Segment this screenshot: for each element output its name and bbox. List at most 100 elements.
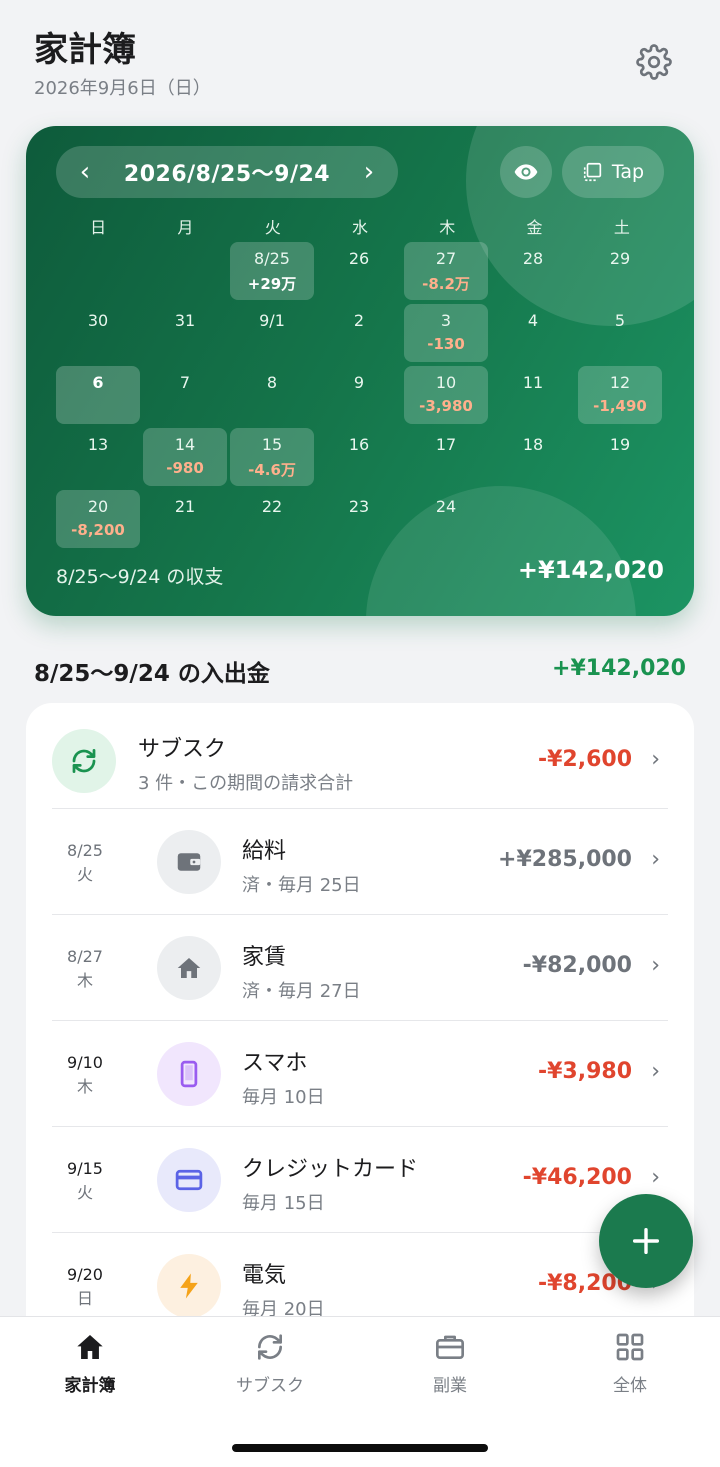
calendar-day[interactable]: 12 -1,490 bbox=[578, 366, 662, 424]
calendar-day[interactable]: 19 bbox=[578, 428, 662, 486]
weekday-label: 木 bbox=[76, 971, 93, 990]
day-number: 4 bbox=[527, 311, 539, 330]
day-amount: -130 bbox=[427, 335, 465, 353]
day-number: 11 bbox=[522, 373, 544, 392]
tab-subscriptions[interactable]: サブスク bbox=[210, 1331, 330, 1396]
period-selector: ‹ 2026/8/25〜9/24 › bbox=[56, 146, 398, 198]
day-amount: -4.6万 bbox=[248, 461, 296, 479]
transaction-amount: -¥46,200 bbox=[522, 1165, 632, 1190]
calendar-day[interactable]: 9 bbox=[317, 366, 401, 424]
calendar-day[interactable]: 2 bbox=[317, 304, 401, 362]
day-number: 9/1 bbox=[259, 311, 285, 330]
tap-label: Tap bbox=[611, 161, 645, 183]
tab-label: 全体 bbox=[613, 1376, 647, 1396]
weekday-label: 火 bbox=[76, 865, 93, 884]
day-number: 5 bbox=[614, 311, 626, 330]
calendar-day[interactable]: 17 bbox=[404, 428, 488, 486]
calendar-day[interactable]: 8 bbox=[230, 366, 314, 424]
calendar-day[interactable]: 21 bbox=[143, 490, 227, 548]
calendar-day[interactable]: 3 -130 bbox=[404, 304, 488, 362]
day-amount: -8,200 bbox=[71, 521, 125, 539]
calendar-day[interactable]: 14 -980 bbox=[143, 428, 227, 486]
calendar-day[interactable]: 29 bbox=[578, 242, 662, 300]
transaction-row[interactable]: 8/27 木 家賃 済・毎月 27日 -¥82,000 › bbox=[52, 915, 668, 1021]
transaction-list: サブスク 3 件・この期間の請求合計 -¥2,600 › 8/25 火 給料 済・毎月 25日… bbox=[26, 703, 694, 1343]
calendar-day[interactable]: 8/25 +29万 bbox=[230, 242, 314, 300]
chevron-right-icon: › bbox=[651, 847, 660, 872]
calendar-day[interactable]: 28 bbox=[491, 242, 575, 300]
calendar-day[interactable]: 10 -3,980 bbox=[404, 366, 488, 424]
calendar-day[interactable]: 30 bbox=[56, 304, 140, 362]
calendar-day-today[interactable]: 6 bbox=[56, 366, 140, 424]
date-label: 9/15 bbox=[67, 1159, 103, 1178]
period-summary-label: 8/25〜9/24 の収支 bbox=[56, 566, 224, 588]
transaction-detail: 3 件・この期間の請求合計 bbox=[138, 773, 354, 794]
transaction-row[interactable]: 9/15 火 クレジットカード 毎月 15日 -¥46,200 › bbox=[52, 1127, 668, 1233]
grid-icon bbox=[616, 1333, 644, 1361]
calendar-day[interactable]: 22 bbox=[230, 490, 314, 548]
day-number: 31 bbox=[174, 311, 196, 330]
transaction-date: 8/27 木 bbox=[52, 945, 118, 993]
visibility-toggle-button[interactable] bbox=[500, 146, 552, 198]
transaction-name: サブスク bbox=[138, 737, 227, 762]
tab-side-business[interactable]: 副業 bbox=[390, 1331, 510, 1396]
weekday-label: 火 bbox=[76, 1183, 93, 1202]
calendar-day[interactable]: 11 bbox=[491, 366, 575, 424]
calendar-day[interactable]: 20 -8,200 bbox=[56, 490, 140, 548]
transaction-name: クレジットカード bbox=[242, 1157, 419, 1182]
next-period-button[interactable]: › bbox=[358, 157, 380, 187]
calendar-day[interactable]: 31 bbox=[143, 304, 227, 362]
calendar-empty bbox=[56, 242, 140, 300]
calendar-day[interactable]: 5 bbox=[578, 304, 662, 362]
day-number: 20 bbox=[87, 497, 109, 516]
day-number: 24 bbox=[435, 497, 457, 516]
calendar-day[interactable]: 7 bbox=[143, 366, 227, 424]
tab-overview[interactable]: 全体 bbox=[570, 1331, 690, 1396]
transaction-date: 9/15 火 bbox=[52, 1157, 118, 1205]
calendar-day[interactable]: 27 -8.2万 bbox=[404, 242, 488, 300]
card-icon bbox=[157, 1148, 221, 1212]
subscription-summary-row[interactable]: サブスク 3 件・この期間の請求合計 -¥2,600 › bbox=[52, 703, 668, 809]
prev-period-button[interactable]: ‹ bbox=[74, 157, 96, 187]
transaction-date: 9/10 木 bbox=[52, 1051, 118, 1099]
bolt-icon bbox=[157, 1254, 221, 1318]
weekday-label: 月 bbox=[177, 218, 194, 237]
transaction-date: 8/25 火 bbox=[52, 839, 118, 887]
transaction-detail: 済・毎月 25日 bbox=[242, 875, 361, 896]
calendar-day[interactable]: 18 bbox=[491, 428, 575, 486]
home-icon bbox=[157, 936, 221, 1000]
day-number: 23 bbox=[348, 497, 370, 516]
calendar-day[interactable]: 15 -4.6万 bbox=[230, 428, 314, 486]
day-number: 8 bbox=[266, 373, 278, 392]
tab-label: サブスク bbox=[236, 1376, 304, 1396]
calendar-day[interactable]: 26 bbox=[317, 242, 401, 300]
add-button[interactable] bbox=[599, 1194, 693, 1288]
gear-icon[interactable] bbox=[636, 44, 672, 80]
calendar-day[interactable]: 23 bbox=[317, 490, 401, 548]
date-label: 9/10 bbox=[67, 1053, 103, 1072]
transaction-row[interactable]: 9/10 木 スマホ 毎月 10日 -¥3,980 › bbox=[52, 1021, 668, 1127]
tap-mode-button[interactable]: Tap bbox=[562, 146, 664, 198]
calendar-day[interactable]: 16 bbox=[317, 428, 401, 486]
briefcase-icon bbox=[436, 1335, 464, 1359]
day-number: 27 bbox=[435, 249, 457, 268]
day-number: 7 bbox=[179, 373, 191, 392]
day-number: 21 bbox=[174, 497, 196, 516]
calendar-day[interactable]: 4 bbox=[491, 304, 575, 362]
plus-icon bbox=[632, 1227, 660, 1255]
calendar-day[interactable]: 13 bbox=[56, 428, 140, 486]
transaction-name: スマホ bbox=[242, 1051, 308, 1076]
calendar-day[interactable]: 9/1 bbox=[230, 304, 314, 362]
chevron-right-icon: › bbox=[651, 1059, 660, 1084]
weekday-label: 木 bbox=[76, 1077, 93, 1096]
home-indicator bbox=[232, 1444, 488, 1452]
weekday-label: 日 bbox=[76, 1289, 93, 1308]
calendar-day[interactable]: 24 bbox=[404, 490, 488, 548]
section-total: +¥142,020 bbox=[552, 656, 686, 681]
phone-icon bbox=[157, 1042, 221, 1106]
tab-kakeibo[interactable]: 家計簿 bbox=[30, 1331, 150, 1396]
transaction-amount: -¥2,600 bbox=[537, 747, 632, 772]
transaction-row[interactable]: 8/25 火 給料 済・毎月 25日 +¥285,000 › bbox=[52, 809, 668, 915]
transaction-name: 電気 bbox=[242, 1263, 287, 1288]
day-number: 15 bbox=[261, 435, 283, 454]
